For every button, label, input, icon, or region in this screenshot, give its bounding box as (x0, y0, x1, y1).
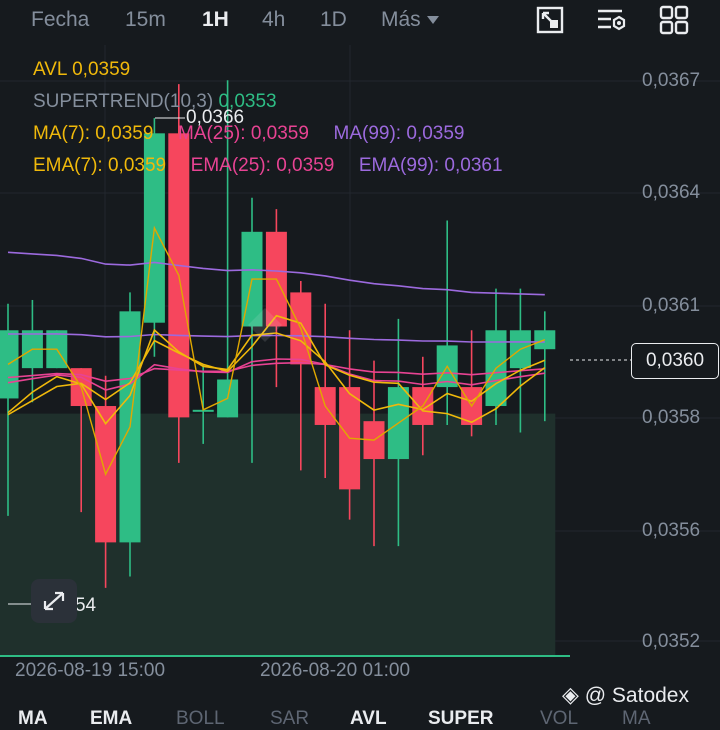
diamond-logo-icon: ◈ (562, 682, 579, 707)
ma7-value: 0,0359 (95, 123, 154, 144)
y-tick-label: 0,0367 (642, 70, 701, 91)
ema7-label: EMA(7): (33, 155, 103, 176)
ema7-value: 0,0359 (107, 155, 167, 176)
ema-legend: EMA(7): 0,0359 EMA(25): 0,0359 EMA(99): … (33, 155, 503, 177)
x-tick-label: 2026-08-19 15:00 (15, 660, 166, 681)
candle (485, 288, 507, 425)
y-tick-label: 0,0352 (642, 631, 701, 652)
ma-legend: MA(7): 0,0359 MA(25): 0,0359 MA(99): 0,0… (33, 123, 465, 145)
indicator-tab-ma-2[interactable]: MA (622, 708, 651, 730)
avl-value: 0,0359 (72, 59, 131, 80)
indicator-tab-ma[interactable]: MA (18, 708, 48, 730)
ma99-label: MA(99): (333, 123, 402, 144)
y-tick-label: 0,0361 (642, 295, 701, 316)
watermark-text: @ Satodex (584, 684, 689, 707)
candle (143, 118, 165, 357)
ma25-value: 0,0359 (250, 123, 309, 144)
indicator-tab-super[interactable]: SUPER (428, 708, 493, 730)
ema99-value: 0,0361 (444, 155, 503, 176)
ema25-value: 0,0359 (276, 155, 335, 176)
indicator-tab-ema[interactable]: EMA (90, 708, 132, 730)
indicator-tab-sar[interactable]: SAR (270, 708, 309, 730)
avl-label: AVL (33, 59, 67, 80)
ma99-value: 0,0359 (406, 123, 465, 144)
expand-arrows-icon (43, 591, 65, 611)
ma7-label: MA(7): (33, 123, 90, 144)
y-tick-label: 0,0358 (642, 407, 701, 428)
watermark: ◈ @ Satodex (562, 682, 689, 708)
candle (509, 288, 531, 433)
y-tick-label: 0,0356 (642, 520, 701, 541)
y-tick-label: 0,0364 (642, 182, 701, 203)
indicator-tab-boll[interactable]: BOLL (176, 708, 225, 730)
avl-legend: AVL 0,0359 (33, 59, 130, 81)
candle (534, 311, 556, 422)
high-price-marker: 0,0366 (186, 107, 245, 128)
indicator-tab-vol[interactable]: VOL (540, 708, 578, 730)
avl-area (0, 413, 556, 656)
x-tick-label: 2026-08-20 01:00 (260, 660, 411, 681)
ema99-label: EMA(99): (358, 155, 440, 176)
ema25-label: EMA(25): (190, 155, 271, 176)
current-price-badge: 0,0360 (631, 343, 719, 379)
indicator-tab-avl[interactable]: AVL (350, 708, 387, 730)
candle (119, 292, 141, 577)
expand-chart-button[interactable] (31, 579, 77, 623)
